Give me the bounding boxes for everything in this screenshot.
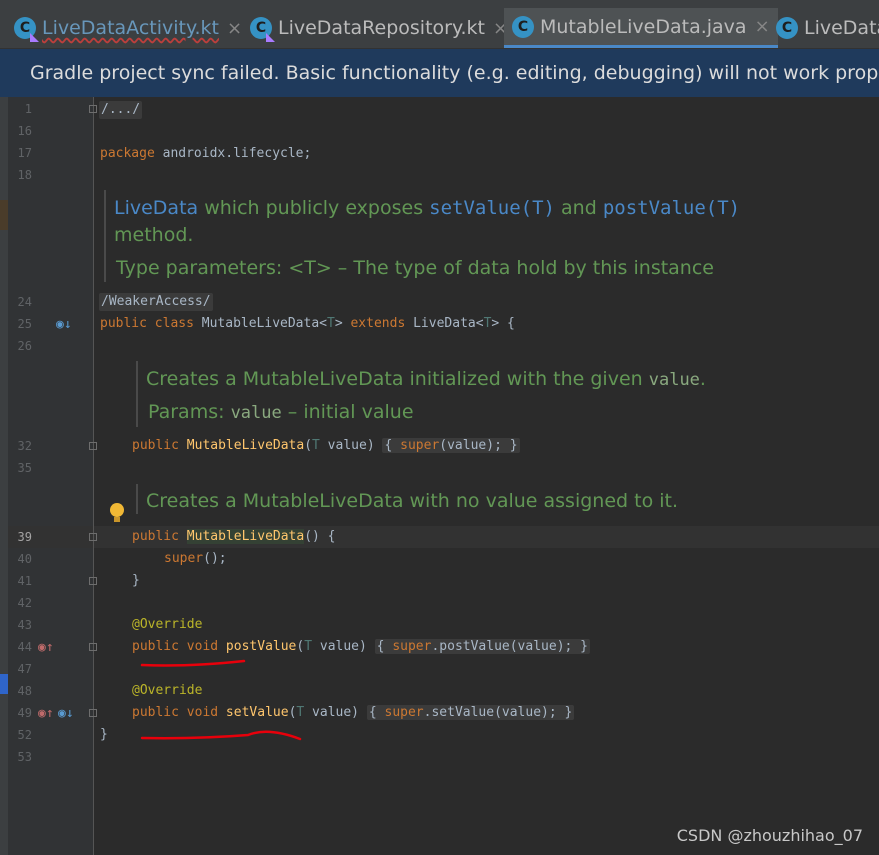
- override-annotation: @Override: [132, 617, 203, 632]
- class-declaration: public class MutableLiveData<T> extends …: [100, 316, 515, 331]
- rendered-doc-comment: Creates a MutableLiveData initialized wi…: [146, 368, 706, 390]
- line-number: 32: [17, 439, 32, 453]
- line-number: 40: [17, 552, 32, 566]
- override-annotation: @Override: [132, 683, 203, 698]
- line-number: 18: [17, 168, 32, 182]
- panel-fragment: [0, 200, 8, 230]
- fold-toggle-icon[interactable]: [89, 577, 97, 585]
- java-class-icon: C: [512, 15, 534, 38]
- fold-toggle-icon[interactable]: [89, 105, 97, 113]
- tab-livedatarepository[interactable]: C LiveDataRepository.kt ×: [250, 8, 508, 48]
- tab-livedataactivity[interactable]: C LiveDataActivity.kt ×: [14, 8, 242, 48]
- doc-comment-bar: [104, 190, 106, 282]
- line-number-current: 39: [17, 530, 32, 544]
- doc-comment-bar: [136, 361, 138, 427]
- close-icon[interactable]: ×: [755, 16, 770, 37]
- tab-mutablelivedata[interactable]: C MutableLiveData.java ×: [504, 8, 778, 48]
- fold-toggle-icon[interactable]: [89, 643, 97, 651]
- tab-label: LiveDataRepository.kt: [278, 17, 485, 39]
- overrides-method-gutter-icon[interactable]: ◉↑: [38, 706, 54, 721]
- red-underline-setvalue: [140, 730, 302, 741]
- java-class-icon: C: [776, 17, 798, 39]
- red-underline-postvalue: [140, 659, 246, 667]
- fold-toggle-icon[interactable]: [89, 442, 97, 450]
- doc-type-parameters: Type parameters: <T> – The type of data …: [116, 257, 714, 279]
- line-number: 1: [24, 102, 32, 116]
- overridden-method-gutter-icon[interactable]: ◉↓: [58, 706, 74, 721]
- package-declaration: package androidx.lifecycle;: [100, 146, 312, 161]
- line-number: 16: [17, 124, 32, 138]
- fold-toggle-icon[interactable]: [89, 533, 97, 541]
- adjacent-panel-strip: [0, 96, 8, 855]
- line-number: 24: [17, 295, 32, 309]
- super-call: super();: [164, 551, 227, 566]
- line-number: 42: [17, 596, 32, 610]
- closing-brace: }: [132, 573, 140, 588]
- rendered-doc-comment: LiveData which publicly exposes setValue…: [114, 197, 741, 219]
- line-number: 44: [17, 640, 32, 654]
- constructor-no-value: public MutableLiveData() {: [132, 529, 336, 544]
- line-number: 41: [17, 574, 32, 588]
- doc-comment-bar: [136, 484, 138, 514]
- line-number: 26: [17, 339, 32, 353]
- line-number: 53: [17, 750, 32, 764]
- line-number: 48: [17, 684, 32, 698]
- tab-livedata[interactable]: C LiveData: [776, 8, 879, 48]
- gradle-sync-failed-banner: Gradle project sync failed. Basic functi…: [0, 49, 879, 97]
- close-icon[interactable]: ×: [227, 18, 242, 39]
- panel-fragment: [0, 674, 8, 694]
- line-number: 47: [17, 662, 32, 676]
- subclass-gutter-icon[interactable]: ◉↓: [56, 317, 72, 332]
- line-number: 35: [17, 461, 32, 475]
- gutter-divider: [93, 97, 94, 855]
- rendered-doc-comment: method.: [114, 224, 194, 246]
- tab-label: LiveDataActivity.kt: [42, 17, 220, 39]
- doc-params: Params: value – initial value: [148, 401, 414, 423]
- kotlin-class-icon: C: [14, 17, 39, 42]
- fold-toggle-icon[interactable]: [89, 709, 97, 717]
- line-number: 49: [17, 706, 32, 720]
- lightbulb-intention-icon[interactable]: [110, 503, 124, 522]
- annotation-weakeraccess[interactable]: /WeakerAccess/: [99, 293, 213, 311]
- constructor-with-value: public MutableLiveData(T value) { super(…: [132, 438, 520, 453]
- setvalue-method: public void setValue(T value) { super.se…: [132, 705, 575, 720]
- tab-label: LiveData: [804, 17, 879, 39]
- tab-label: MutableLiveData.java: [540, 15, 747, 38]
- watermark: CSDN @zhouzhihao_07: [676, 826, 863, 845]
- kotlin-class-icon: C: [250, 17, 275, 42]
- overrides-method-gutter-icon[interactable]: ◉↑: [38, 640, 54, 655]
- rendered-doc-comment: Creates a MutableLiveData with no value …: [146, 490, 678, 512]
- folded-imports[interactable]: /.../: [99, 101, 143, 119]
- editor-tab-bar: C LiveDataActivity.kt × C LiveDataReposi…: [0, 0, 879, 49]
- line-number: 43: [17, 618, 32, 632]
- line-number: 17: [17, 146, 32, 160]
- class-closing-brace: }: [100, 727, 108, 742]
- postvalue-method: public void postValue(T value) { super.p…: [132, 639, 591, 654]
- line-number: 52: [17, 728, 32, 742]
- line-number: 25: [17, 317, 32, 331]
